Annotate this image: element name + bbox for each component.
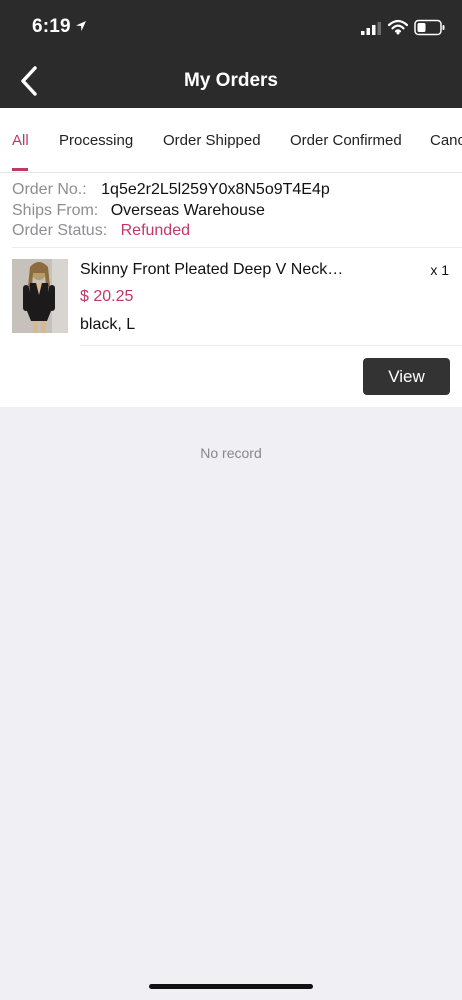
tab-cancelled[interactable]: Canc	[430, 132, 462, 149]
product-variant: black, L	[80, 316, 136, 333]
order-status-row: Order Status: Refunded	[12, 222, 190, 240]
ships-from-value: Overseas Warehouse	[110, 202, 265, 219]
view-order-button[interactable]: View	[363, 358, 450, 395]
battery-icon	[414, 19, 445, 36]
product-price: $ 20.25	[80, 288, 134, 305]
empty-state-text: No record	[200, 445, 262, 461]
location-arrow-icon	[76, 21, 86, 31]
dress-photo-icon	[12, 259, 68, 333]
wifi-icon	[388, 19, 408, 35]
product-image[interactable]	[12, 259, 68, 333]
ships-from-row: Ships From: Overseas Warehouse	[12, 202, 265, 220]
order-tabs: All Processing Order Shipped Order Confi…	[0, 108, 462, 173]
top-bar: 6:19 My Orders	[0, 0, 462, 108]
tab-order-confirmed[interactable]: Order Confirmed	[290, 132, 402, 149]
active-tab-indicator	[12, 168, 28, 171]
page-title: My Orders	[184, 70, 278, 91]
status-time: 6:19	[32, 16, 71, 37]
order-number-label: Order No.:	[12, 181, 87, 198]
tab-processing[interactable]: Processing	[59, 132, 133, 149]
tab-all[interactable]: All	[12, 132, 29, 149]
order-number-value: 1q5e2r2L5l259Y0x8N5o9T4E4p	[101, 181, 330, 198]
product-quantity: x 1	[430, 262, 449, 278]
product-name[interactable]: Skinny Front Pleated Deep V Neck…	[80, 261, 370, 279]
home-indicator[interactable]	[149, 984, 313, 989]
card-divider	[12, 247, 462, 248]
ships-from-label: Ships From:	[12, 202, 99, 219]
order-status-label: Order Status:	[12, 222, 108, 239]
product-divider	[80, 345, 462, 346]
order-status-value: Refunded	[120, 222, 190, 239]
cellular-signal-icon	[361, 22, 381, 35]
tab-order-shipped[interactable]: Order Shipped	[163, 132, 261, 149]
order-number-row: Order No.: 1q5e2r2L5l259Y0x8N5o9T4E4p	[12, 181, 330, 199]
order-card: Order No.: 1q5e2r2L5l259Y0x8N5o9T4E4p Sh…	[0, 173, 462, 407]
